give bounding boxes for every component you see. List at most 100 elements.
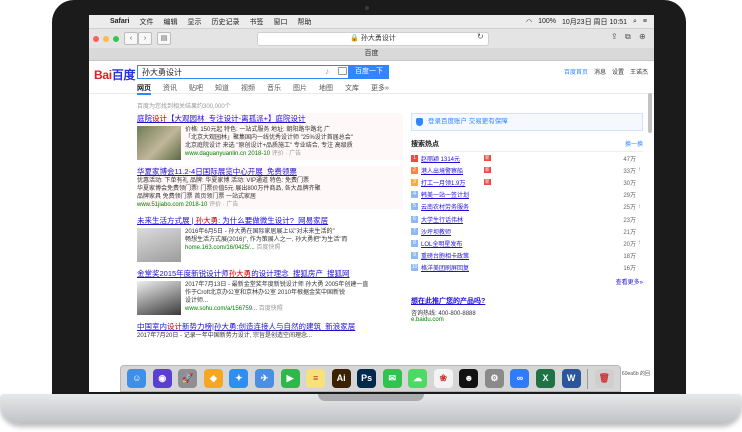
launchpad-icon[interactable]: 🚀 [178, 369, 198, 388]
tab-video[interactable]: 视频 [241, 83, 255, 95]
maps-icon[interactable]: ◆ [203, 369, 223, 388]
refresh-hot-button[interactable]: 换一换 [625, 139, 643, 149]
settings-icon[interactable]: ⚙ [484, 369, 504, 388]
hot-search-item[interactable]: 9 重磅台胞相卡政策 18万 [411, 250, 643, 262]
login-promo[interactable]: 登录百度账户 交易更有保障 [411, 113, 643, 131]
microphone-icon[interactable]: ♪ [325, 67, 329, 76]
result-title[interactable]: 庭院设计【大观园林_专注设计-离孤派+】庭院设计 [137, 113, 403, 124]
hot-search-item[interactable]: 7 沙坪坝教师 21万 [411, 225, 643, 237]
hot-search-item[interactable]: 3 打工一月领1.9万新 30万 [411, 176, 643, 188]
result-url[interactable]: www.sohu.com/a/156759... 百度快照 [185, 305, 368, 313]
wifi-icon[interactable]: ◠ [523, 18, 535, 26]
result-title[interactable]: 中国室内设计新势力榜|孙大勇:创造连接人与自然的建筑_新浪家居 [137, 321, 403, 332]
tab-tieba[interactable]: 贴吧 [189, 83, 203, 95]
share-icon[interactable]: ⇪ [611, 32, 618, 41]
menu-item-history[interactable]: 历史记录 [206, 17, 244, 27]
search-button[interactable]: 百度一下 [349, 65, 389, 79]
tab-maps[interactable]: 地图 [319, 83, 333, 95]
finder-icon[interactable]: ☺ [127, 369, 147, 388]
hot-search-name[interactable]: 重磅台胞相卡政策 [421, 251, 483, 260]
photos-icon[interactable]: ❀ [433, 369, 453, 388]
tabs-icon[interactable]: ⧉ [625, 32, 631, 42]
siri-icon[interactable]: ◉ [152, 369, 172, 388]
sidebar-icon[interactable]: ▤ [157, 32, 171, 45]
result-title[interactable]: 华夏家博会11.2-4日国际展览中心开展_免费领票 [137, 166, 403, 177]
user-link[interactable]: 王诺杰 [630, 67, 648, 76]
menu-item-view[interactable]: 显示 [182, 17, 206, 27]
messages-link[interactable]: 消息 [594, 67, 606, 76]
result-url[interactable]: www.daguanyuanlin.cn 2018-10 评价 · 广告 [185, 150, 353, 158]
ad-url[interactable]: e.baidu.com [411, 317, 643, 323]
tab-images[interactable]: 图片 [293, 83, 307, 95]
hot-search-name[interactable]: 赵丽颖 1314元 [421, 154, 483, 163]
result-url[interactable]: home.163.com/16/0425/... 百度快照 [185, 244, 347, 252]
tab-web[interactable]: 网页 [137, 83, 151, 95]
download-icon[interactable]: ⊕ [639, 32, 646, 41]
hot-search-item[interactable]: 4 韩美一站一签计划 29万 [411, 189, 643, 201]
wechat-icon[interactable]: ✉ [382, 369, 402, 388]
hot-search-item[interactable]: 6 大学生行话伟林 23万 [411, 213, 643, 225]
hot-search-name[interactable]: LOL全明星发布 [421, 239, 483, 248]
tab-music[interactable]: 音乐 [267, 83, 281, 95]
photoshop-icon[interactable]: Ps [357, 369, 377, 388]
baidu-logo[interactable]: Bai百度 [94, 66, 135, 83]
reload-icon[interactable]: ↻ [477, 32, 484, 41]
word-icon[interactable]: W [561, 369, 581, 388]
tab-active[interactable]: 百度 [89, 48, 654, 61]
result-title[interactable]: 金堂奖2015年度新锐设计师孙大勇的设计理念_搜狐房产_搜狐网 [137, 268, 403, 279]
hot-search-name[interactable]: 格洋美团刷屏回复 [421, 263, 483, 272]
tab-zhidao[interactable]: 知道 [215, 83, 229, 95]
close-window-button[interactable] [93, 35, 99, 42]
excel-icon[interactable]: X [536, 369, 556, 388]
minimize-window-button[interactable] [103, 35, 109, 42]
hot-search-name[interactable]: 云南农村劳务服务 [421, 202, 483, 211]
result-thumbnail[interactable] [137, 126, 181, 160]
menu-item-bookmarks[interactable]: 书签 [244, 17, 268, 27]
qq-icon[interactable]: ☻ [459, 369, 479, 388]
hot-search-name[interactable]: 韩美一站一签计划 [421, 190, 483, 199]
notification-icon[interactable]: ≡ [640, 18, 650, 25]
hot-search-name[interactable]: 港人出境警察船 [421, 166, 483, 175]
hot-search-item[interactable]: 5 云南农村劳务服务 25万 ↑ [411, 201, 643, 213]
battery-level[interactable]: 100% [535, 18, 559, 25]
scrollbar[interactable] [648, 93, 652, 133]
facetime-icon[interactable]: ▶ [280, 369, 300, 388]
baidu-netdisk-icon[interactable]: ∞ [510, 369, 530, 388]
baidu-home-link[interactable]: 百度首页 [564, 67, 588, 76]
menu-item-window[interactable]: 窗口 [268, 17, 292, 27]
address-bar[interactable]: 🔒 孙大勇设计 [257, 32, 489, 46]
hot-search-name[interactable]: 打工一月领1.9万 [421, 178, 483, 187]
messages-icon[interactable]: ☁ [408, 369, 428, 388]
settings-link[interactable]: 设置 [612, 67, 624, 76]
mail-icon[interactable]: ✈ [255, 369, 274, 388]
hot-search-name[interactable]: 沙坪坝教师 [421, 227, 483, 236]
ad-question-link[interactable]: 想在此推广您的产品吗? [411, 296, 643, 306]
menu-item-edit[interactable]: 编辑 [158, 17, 182, 27]
forward-icon[interactable]: › [138, 32, 152, 45]
illustrator-icon[interactable]: Ai [331, 369, 351, 388]
tab-news[interactable]: 资讯 [163, 83, 177, 95]
tab-more[interactable]: 更多» [371, 83, 389, 95]
result-url[interactable]: www.51jiabo.com 2018-10 评价 · 广告 [137, 201, 403, 209]
hot-more-link[interactable]: 查看更多» [411, 277, 643, 286]
menu-item-file[interactable]: 文件 [134, 17, 158, 27]
search-icon[interactable]: ⌕ [630, 18, 640, 26]
result-title[interactable]: 未来生活方式展 | 孙大勇: 为什么要做微生设计?_网易家居 [137, 215, 403, 226]
menu-item-safari[interactable]: Safari [105, 18, 134, 25]
notes-icon[interactable]: ≡ [306, 369, 326, 388]
menu-item-help[interactable]: 帮助 [292, 17, 316, 27]
hot-search-item[interactable]: 1 赵丽颖 1314元新 47万 [411, 152, 643, 164]
hot-search-item[interactable]: 2 港人出境警察船新 33万 ↑ [411, 164, 643, 176]
hot-search-name[interactable]: 大学生行话伟林 [421, 215, 483, 224]
result-thumbnail[interactable] [137, 228, 181, 262]
hot-search-item[interactable]: 10 格洋美团刷屏回复 16万 [411, 262, 643, 274]
trash-icon[interactable]: 🗑 [594, 369, 614, 388]
result-thumbnail[interactable] [137, 281, 181, 315]
hot-search-item[interactable]: 8 LOL全明星发布 20万 ↑ [411, 237, 643, 249]
clock[interactable]: 10月23日 周日 10:51 [559, 17, 630, 27]
camera-search-icon[interactable] [338, 67, 347, 75]
tab-wenku[interactable]: 文库 [345, 83, 359, 95]
search-input[interactable]: 孙大勇设计 [137, 65, 349, 79]
back-icon[interactable]: ‹ [124, 32, 138, 45]
safari-icon[interactable]: ✦ [229, 369, 249, 388]
